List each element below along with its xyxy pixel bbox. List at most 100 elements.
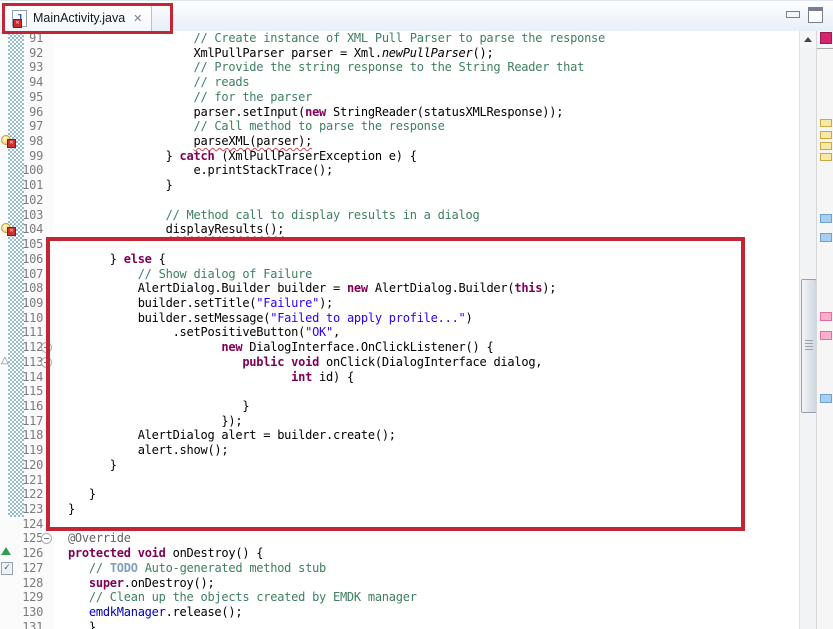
line-number[interactable]: 96 [14,105,43,120]
line-number[interactable]: 125 [14,531,43,546]
overview-marker-occurrence[interactable] [820,131,832,139]
scrollbar-thumb[interactable] [801,279,817,413]
line-number[interactable]: 93 [14,60,43,75]
error-marker-icon[interactable] [1,135,16,148]
line-number[interactable]: 107 [14,267,43,282]
code-line[interactable]: super.onDestroy(); [54,576,214,591]
tab-close-icon[interactable]: ✕ [133,13,142,24]
line-number[interactable]: 111 [14,325,43,340]
line-number[interactable]: 123 [14,502,43,517]
code-line[interactable]: } [54,178,173,193]
line-number[interactable]: 110 [14,311,43,326]
fold-collapse-icon[interactable] [41,342,52,353]
code-line[interactable]: e.printStackTrace(); [54,163,333,178]
line-number[interactable]: 124 [14,517,43,532]
line-number[interactable]: 102 [14,193,43,208]
code-line[interactable]: // reads [54,75,249,90]
line-number[interactable]: 109 [14,296,43,311]
line-number[interactable]: 120 [14,458,43,473]
line-number[interactable]: 101 [14,178,43,193]
code-line[interactable]: protected void onDestroy() { [54,546,263,561]
maximize-view-button[interactable] [808,7,823,23]
code-line[interactable]: // Create instance of XML Pull Parser to… [54,31,605,46]
line-number[interactable]: 114 [14,370,43,385]
line-number[interactable]: 127 [14,561,43,576]
line-number[interactable]: 113 [14,355,43,370]
code-line[interactable]: alert.show(); [54,443,228,458]
code-line[interactable]: // Clean up the objects created by EMDK … [54,590,417,605]
code-line[interactable]: builder.setMessage("Failed to apply prof… [54,311,473,326]
task-marker-icon[interactable]: ✓ [1,562,13,575]
overview-marker-occurrence[interactable] [820,119,832,127]
line-number[interactable]: 97 [14,119,43,134]
code-line[interactable]: public void onClick(DialogInterface dial… [54,355,542,370]
implements-marker-icon[interactable]: △ [1,356,9,366]
error-marker-icon[interactable] [1,223,16,236]
code-line[interactable]: displayResults(); [54,222,284,237]
code-line[interactable]: } [54,458,117,473]
line-number[interactable]: 128 [14,576,43,591]
line-number[interactable]: 108 [14,281,43,296]
line-number[interactable]: 103 [14,208,43,223]
code-line[interactable]: emdkManager.release(); [54,605,242,620]
code-line[interactable]: // Method call to display results in a d… [54,208,479,223]
line-number[interactable]: 92 [14,46,43,61]
code-line[interactable]: builder.setTitle("Failure"); [54,296,333,311]
line-number[interactable]: 98 [14,134,43,149]
line-number[interactable]: 94 [14,75,43,90]
code-line[interactable]: XmlPullParser parser = Xml.newPullParser… [54,46,493,61]
code-area[interactable]: // Create instance of XML Pull Parser to… [54,31,814,629]
code-line[interactable]: }); [54,414,242,429]
code-line[interactable]: } [54,399,249,414]
code-line[interactable]: .setPositiveButton("OK", [54,325,340,340]
line-number[interactable]: 122 [14,487,43,502]
line-number[interactable]: 115 [14,384,43,399]
line-number[interactable]: 104 [14,222,43,237]
line-number[interactable]: 106 [14,252,43,267]
error-status-indicator[interactable] [820,32,832,44]
code-line[interactable]: new DialogInterface.OnClickListener() { [54,340,493,355]
line-number[interactable]: 129 [14,590,43,605]
overview-marker-error[interactable] [820,312,832,321]
overview-marker-info[interactable] [820,214,832,223]
line-number[interactable]: 105 [14,237,43,252]
line-number[interactable]: 118 [14,428,43,443]
code-line[interactable]: } else { [54,252,166,267]
override-marker-icon[interactable] [1,547,11,555]
code-line[interactable]: } [54,502,75,517]
line-number[interactable]: 99 [14,149,43,164]
line-number[interactable]: 119 [14,443,43,458]
code-line[interactable]: // Call method to parse the response [54,119,445,134]
code-line[interactable]: parser.setInput(new StringReader(statusX… [54,105,563,120]
code-line[interactable]: // TODO Auto-generated method stub [54,561,326,576]
fold-collapse-icon[interactable] [41,357,52,368]
code-line[interactable]: // Provide the string response to the St… [54,60,584,75]
code-line[interactable]: } [54,487,96,502]
line-number[interactable]: 100 [14,163,43,178]
line-number[interactable]: 117 [14,414,43,429]
vertical-scrollbar[interactable] [799,31,817,629]
code-line[interactable]: parseXML(parser); [54,134,312,149]
line-number[interactable]: 121 [14,473,43,488]
tab-mainactivity-java[interactable]: J ✕ MainActivity.java ✕ [4,4,152,31]
code-line[interactable]: } catch (XmlPullParserException e) { [54,149,417,164]
code-line[interactable]: AlertDialog alert = builder.create(); [54,428,396,443]
code-line[interactable]: int id) { [54,370,354,385]
overview-marker-error[interactable] [820,331,832,340]
line-number[interactable]: 116 [14,399,43,414]
fold-collapse-icon[interactable] [41,533,52,544]
overview-marker-info[interactable] [820,394,832,403]
line-number[interactable]: 112 [14,340,43,355]
overview-ruler[interactable] [816,31,833,629]
code-line[interactable]: // for the parser [54,90,312,105]
line-number[interactable]: 91 [14,31,43,46]
overview-marker-occurrence[interactable] [820,142,832,150]
minimize-view-button[interactable] [786,11,800,18]
code-line[interactable]: @Override [54,531,131,546]
code-line[interactable]: // Show dialog of Failure [54,267,312,282]
overview-marker-occurrence[interactable] [820,153,832,161]
scroll-up-arrow-icon[interactable] [800,31,817,48]
code-editor[interactable]: 9192939495969798991001011021031041051061… [0,31,833,629]
line-number[interactable]: 126 [14,546,43,561]
code-line[interactable]: AlertDialog.Builder builder = new AlertD… [54,281,556,296]
